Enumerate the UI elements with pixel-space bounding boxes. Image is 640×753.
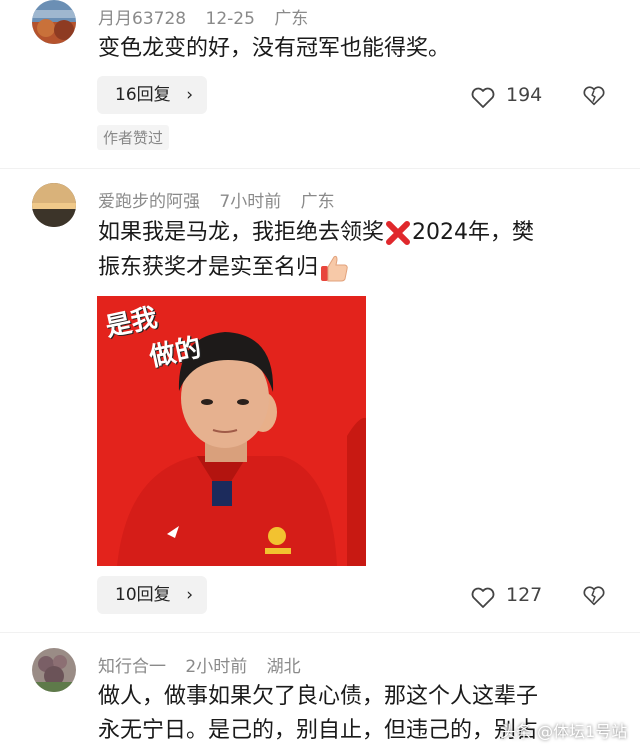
- reply-count-label: 16回复: [115, 85, 171, 105]
- comment-location: 广东: [274, 9, 309, 29]
- broken-heart-icon[interactable]: [582, 584, 606, 608]
- comment-text-part: 如果我是马龙，我拒绝去领奖: [98, 220, 385, 245]
- comment-date: 12-25: [205, 9, 255, 29]
- comment-location: 广东: [300, 192, 335, 212]
- comment-date: 2小时前: [185, 657, 248, 677]
- thumbs-up-emoji-icon: [321, 255, 348, 282]
- avatar[interactable]: [32, 0, 76, 44]
- comment-location: 湖北: [266, 657, 301, 677]
- username[interactable]: 月月63728: [98, 9, 186, 29]
- broken-heart-icon[interactable]: [582, 84, 606, 108]
- comment-meta: 爱跑步的阿强 7小时前 广东: [98, 187, 349, 212]
- comment-text-line-2: 振东获奖才是实至名归: [98, 251, 350, 285]
- reply-count-button[interactable]: 16回复 ›: [97, 76, 207, 114]
- chevron-right-icon: ›: [186, 585, 193, 605]
- avatar[interactable]: [32, 648, 76, 692]
- comment-text-line-2: 永无宁日。是己的，别自止，但违己的，别占: [98, 718, 539, 743]
- red-cross-emoji-icon: [386, 221, 411, 245]
- reply-count-button[interactable]: 10回复 ›: [97, 576, 207, 614]
- comment-text-line-1: 做人，做事如果欠了良心债，那这个人这辈子: [98, 684, 539, 709]
- like-count: 127: [506, 584, 543, 606]
- comment-meta: 月月63728 12-25 广东: [98, 4, 322, 29]
- heart-outline-icon: [471, 87, 495, 108]
- comment-date: 7小时前: [219, 192, 282, 212]
- username[interactable]: 爱跑步的阿强: [98, 192, 200, 212]
- chevron-right-icon: ›: [186, 85, 193, 105]
- heart-outline-icon: [471, 587, 495, 608]
- comment-text-line-1: 如果我是马龙，我拒绝去领奖 2024年，樊: [98, 216, 534, 250]
- divider: [0, 168, 640, 169]
- comment-meta: 知行合一 2小时前 湖北: [98, 652, 315, 677]
- reply-count-label: 10回复: [115, 585, 171, 605]
- avatar[interactable]: [32, 183, 76, 227]
- divider: [0, 632, 640, 633]
- username[interactable]: 知行合一: [98, 657, 166, 677]
- comment-text-part: 2024年，樊: [412, 220, 535, 245]
- watermark: 头条 @体坛1号站: [500, 722, 628, 741]
- like-count: 194: [506, 84, 543, 106]
- comment-text: 变色龙变的好，没有冠军也能得奖。: [98, 36, 451, 61]
- author-liked-badge: 作者赞过: [97, 125, 170, 150]
- comment-image[interactable]: 是我 做的: [97, 296, 366, 566]
- comment-text-part: 振东获奖才是实至名归: [98, 255, 319, 280]
